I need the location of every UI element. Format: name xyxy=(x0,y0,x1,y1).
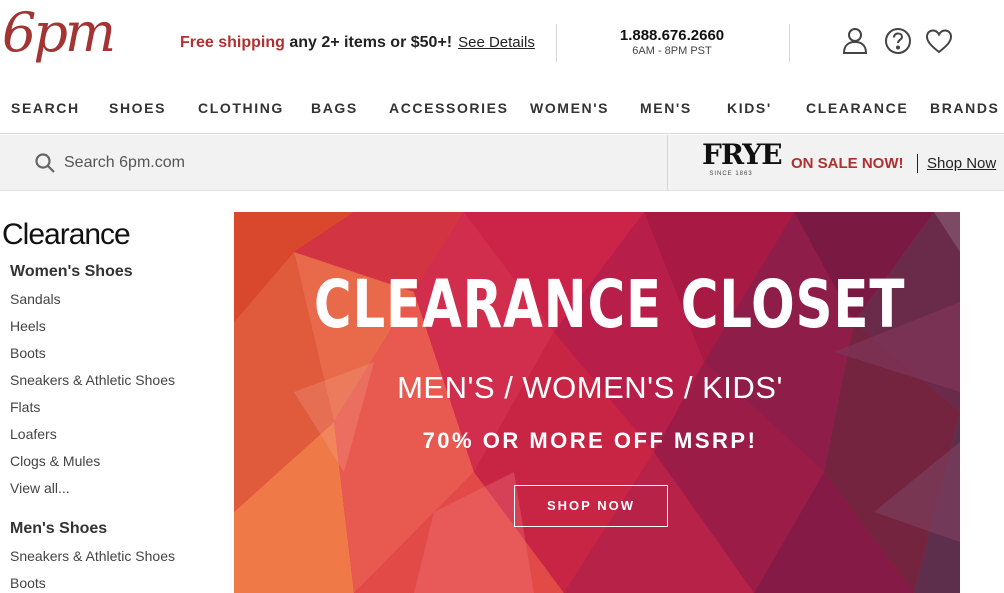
nav-shoes[interactable]: SHOES xyxy=(109,100,166,116)
sidebar-heading-mens-shoes[interactable]: Men's Shoes xyxy=(10,520,107,538)
sidebar-link-view-all[interactable]: View all... xyxy=(10,480,70,496)
sidebar-link-boots[interactable]: Boots xyxy=(10,345,46,361)
phone-number[interactable]: 1.888.676.2660 xyxy=(612,27,732,44)
nav-bags[interactable]: BAGS xyxy=(311,100,358,116)
sidebar-link-loafers[interactable]: Loafers xyxy=(10,426,57,442)
nav-mens[interactable]: MEN'S xyxy=(640,100,692,116)
account-icon[interactable] xyxy=(840,26,870,56)
site-logo[interactable]: 6pm xyxy=(2,6,116,60)
nav-clothing[interactable]: CLOTHING xyxy=(198,100,284,116)
sidebar-link-clogs-mules[interactable]: Clogs & Mules xyxy=(10,453,100,469)
site-header: 6pm Free shipping any 2+ items or $50+! S… xyxy=(0,0,1004,88)
frye-shop-now-link[interactable]: Shop Now xyxy=(927,155,996,172)
frye-since: SINCE 1863 xyxy=(709,170,753,177)
on-sale-text: ON SALE NOW! xyxy=(791,155,904,172)
header-divider xyxy=(556,24,557,62)
search-input[interactable]: Search 6pm.com xyxy=(0,135,668,191)
sidebar-link-heels[interactable]: Heels xyxy=(10,318,46,334)
main-nav: SEARCH SHOES CLOTHING BAGS ACCESSORIES W… xyxy=(0,88,1004,134)
sidebar-heading-womens-shoes[interactable]: Women's Shoes xyxy=(10,263,133,281)
promo-divider xyxy=(917,154,918,173)
frye-brand: FRYE xyxy=(702,138,783,171)
see-details-link[interactable]: See Details xyxy=(458,34,535,51)
frye-logo[interactable]: FRYE SINCE 1863 xyxy=(702,138,783,177)
search-bar: Search 6pm.com FRYE SINCE 1863 ON SALE N… xyxy=(0,135,1004,191)
banner-title: CLEARANCE CLOSET xyxy=(313,266,906,343)
sidebar-link-flats[interactable]: Flats xyxy=(10,399,40,415)
sidebar-link-sandals[interactable]: Sandals xyxy=(10,291,61,307)
favorites-heart-icon[interactable] xyxy=(924,26,954,56)
search-icon xyxy=(35,153,55,173)
shop-now-button[interactable]: SHOP NOW xyxy=(514,485,668,527)
sidebar-link-sneakers[interactable]: Sneakers & Athletic Shoes xyxy=(10,372,175,388)
banner-subtitle: MEN'S / WOMEN'S / KIDS' xyxy=(397,370,783,405)
nav-accessories[interactable]: ACCESSORIES xyxy=(389,100,509,116)
sidebar-link-mens-sneakers[interactable]: Sneakers & Athletic Shoes xyxy=(10,548,175,564)
sidebar-link-mens-boots[interactable]: Boots xyxy=(10,575,46,591)
promo-highlight: Free shipping xyxy=(180,34,285,51)
nav-womens[interactable]: WOMEN'S xyxy=(530,100,609,116)
header-divider xyxy=(789,24,790,62)
help-icon[interactable] xyxy=(883,26,913,56)
search-placeholder: Search 6pm.com xyxy=(64,154,185,171)
banner-offer: 70% OR MORE OFF MSRP! xyxy=(422,428,758,453)
nav-clearance[interactable]: CLEARANCE xyxy=(806,100,908,116)
phone-hours: 6AM - 8PM PST xyxy=(632,45,712,57)
customer-service-phone: 1.888.676.2660 6AM - 8PM PST xyxy=(612,27,732,57)
nav-brands[interactable]: BRANDS xyxy=(930,100,1000,116)
promo-text: any 2+ items or $50+! xyxy=(284,34,453,51)
nav-kids[interactable]: KIDS' xyxy=(727,100,772,116)
clearance-closet-banner[interactable]: CLEARANCE CLOSET MEN'S / WOMEN'S / KIDS'… xyxy=(234,212,960,593)
sidebar-title: Clearance xyxy=(2,218,131,251)
free-shipping-promo: Free shipping any 2+ items or $50+! See D… xyxy=(180,34,535,52)
nav-search[interactable]: SEARCH xyxy=(11,100,80,116)
